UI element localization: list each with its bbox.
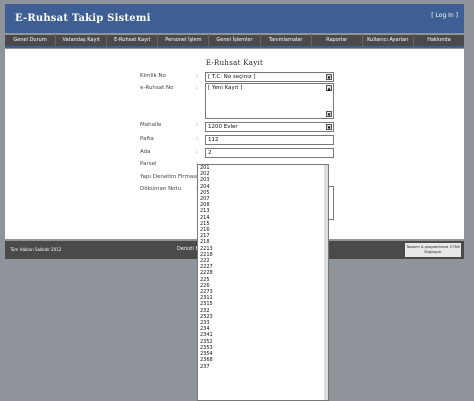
nav-tanimlamalar[interactable]: Tanımlamalar <box>261 34 312 47</box>
credit-box: Tasarım & programlama ©YNS Bilgisayar <box>405 243 461 257</box>
colon: : <box>196 122 198 128</box>
nav-genel-durum[interactable]: Genel Durum <box>5 34 57 47</box>
nav-eruhsat-kayit[interactable]: E-Ruhsat Kayıt <box>107 34 159 47</box>
login-link[interactable]: [ Log In ] <box>431 12 458 19</box>
scrollbar[interactable] <box>324 165 328 400</box>
kimlik-value: [ T.C. No seçiniz ] <box>208 74 256 80</box>
app-title: E-Ruhsat Takip Sistemi <box>15 13 151 24</box>
pafta-input[interactable]: 112 <box>205 135 334 145</box>
nav-kullanici-ayarlari[interactable]: Kullanıcı Ayarları <box>363 34 414 47</box>
form-title: E-Ruhsat Kayıt <box>205 59 264 67</box>
nav-hakkinda[interactable]: Hakkında <box>414 34 464 47</box>
parsel-dropdown-list[interactable]: 201 202 203 204 205 207 208 213 214 215 216 217 218 2… <box>197 164 329 401</box>
main-nav: Genel Durum Vatandaş Kayıt E-Ruhsat Kayı… <box>5 34 464 48</box>
app-header: E-Ruhsat Takip Sistemi [ Log In ] <box>5 4 464 33</box>
copyright-text: Tüm Hakları Saklıdır 2012 <box>10 247 62 252</box>
pafta-label: Pafta <box>140 136 154 142</box>
footer-center-text: Denizli B <box>177 246 199 252</box>
eruhsat-label: e-Ruhsat No <box>140 85 174 91</box>
mahalle-select[interactable]: 1200 Evler ▼ <box>205 122 334 132</box>
ada-label: Ada <box>140 149 151 155</box>
mahalle-label: Mahalle <box>140 122 162 128</box>
yapi-denetim-label: Yapı Denetim Firması <box>140 174 198 180</box>
kimlik-select[interactable]: [ T.C. No seçiniz ] ▼ <box>205 72 334 82</box>
colon: : <box>196 136 198 142</box>
parsel-option[interactable]: 237 <box>198 364 328 370</box>
chevron-down-icon[interactable]: ▼ <box>326 124 332 130</box>
ada-input[interactable]: 2 <box>205 148 334 158</box>
nav-personel-islem[interactable]: Personel İşlem <box>158 34 210 47</box>
eruhsat-listbox[interactable]: [ Yeni Kayıt ] ▲ ▼ <box>205 83 334 119</box>
dokuman-notu-label: Döküman Notu <box>140 186 182 192</box>
parsel-options: 201 202 203 204 205 207 208 213 214 215 216 217 218 2… <box>198 165 328 370</box>
scroll-down-icon[interactable]: ▼ <box>326 111 332 117</box>
chevron-down-icon[interactable]: ▼ <box>326 74 332 80</box>
mahalle-value: 1200 Evler <box>208 124 238 130</box>
eruhsat-value: [ Yeni Kayıt ] <box>208 85 243 91</box>
scroll-up-icon[interactable]: ▲ <box>326 85 332 91</box>
colon: : <box>196 73 198 79</box>
colon: : <box>196 85 198 91</box>
kimlik-label: Kimlik No <box>140 73 166 79</box>
nav-genel-islemler[interactable]: Genel İşlemler <box>209 34 261 47</box>
colon: : <box>196 149 198 155</box>
nav-raporlar[interactable]: Raporlar <box>312 34 363 47</box>
nav-vatandas-kayit[interactable]: Vatandaş Kayıt <box>56 34 108 47</box>
parsel-label: Parsel <box>140 161 157 167</box>
